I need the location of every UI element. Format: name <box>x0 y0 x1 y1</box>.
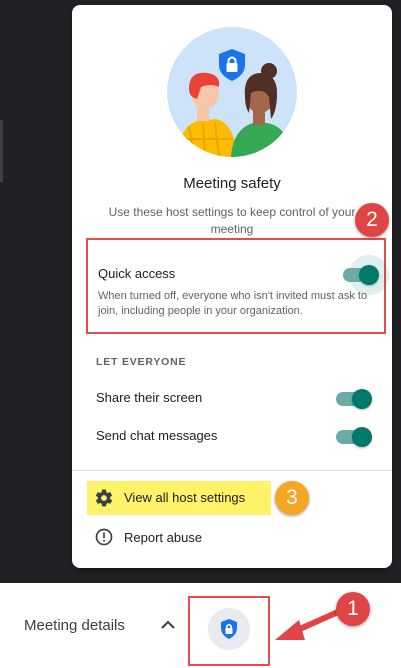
quick-access-description: When turned off, everyone who isn't invi… <box>98 290 368 317</box>
background-sliver <box>0 120 3 182</box>
meeting-safety-button[interactable] <box>208 608 250 650</box>
send-chat-toggle[interactable] <box>336 427 372 447</box>
send-chat-label: Send chat messages <box>96 428 218 443</box>
chevron-up-icon[interactable] <box>160 619 176 631</box>
toggle-thumb <box>352 427 372 447</box>
gear-icon <box>95 489 113 507</box>
meeting-safety-panel: Meeting safety Use these host settings t… <box>72 5 392 568</box>
panel-subtitle: Use these host settings to keep control … <box>108 205 356 236</box>
quick-access-toggle[interactable] <box>343 255 389 295</box>
quick-access-label: Quick access <box>98 266 176 281</box>
report-abuse-link[interactable]: Report abuse <box>124 530 202 545</box>
toggle-thumb <box>359 265 379 285</box>
panel-divider <box>72 470 392 471</box>
shield-lock-icon <box>221 619 237 639</box>
share-screen-toggle[interactable] <box>336 389 372 409</box>
quick-access-highlight-box: Quick access When turned off, everyone w… <box>86 238 389 334</box>
let-everyone-section-label: LET EVERYONE <box>96 356 187 368</box>
share-screen-label: Share their screen <box>96 390 203 405</box>
meeting-safety-highlight-box <box>188 596 270 666</box>
annotation-badge-1: 1 <box>336 592 370 626</box>
toggle-thumb <box>352 389 372 409</box>
annotation-badge-3: 3 <box>275 481 309 515</box>
panel-title: Meeting safety <box>183 175 281 192</box>
annotation-badge-2: 2 <box>355 203 389 237</box>
report-icon <box>95 528 113 546</box>
meeting-details-button[interactable]: Meeting details <box>24 617 125 634</box>
view-host-settings-link[interactable]: View all host settings <box>124 490 245 505</box>
meeting-safety-illustration <box>167 27 297 157</box>
